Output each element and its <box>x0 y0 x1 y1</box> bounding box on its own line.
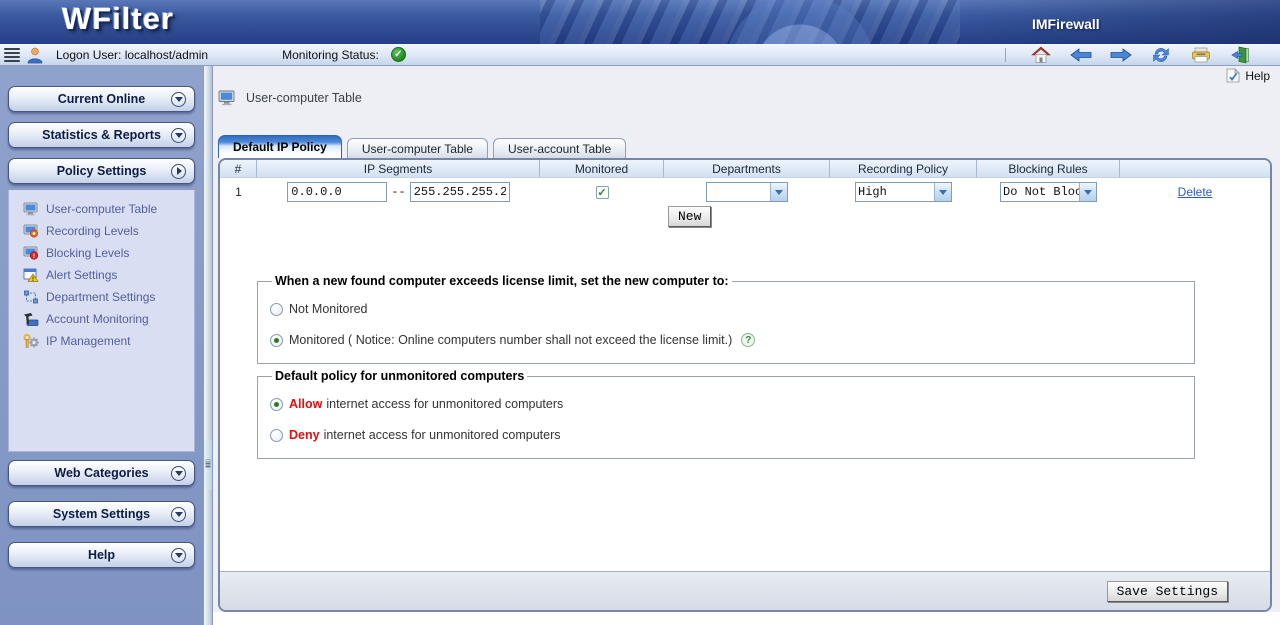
toolbar: Logon User: localhost/admin Monitoring S… <box>0 44 1280 66</box>
recording-policy-select[interactable]: High <box>855 182 952 202</box>
chevron-down-icon <box>1079 183 1096 201</box>
blocking-rule-select[interactable]: Do Not Block <box>1000 182 1097 202</box>
option-monitored[interactable]: Monitored ( Notice: Online computers num… <box>270 333 1194 347</box>
sidebar-section-help[interactable]: Help <box>8 542 195 568</box>
col-ip-segments: IP Segments <box>257 160 540 177</box>
chevron-right-icon <box>171 164 186 179</box>
top-banner: WFilter IMFirewall <box>0 0 1280 44</box>
col-actions <box>1120 160 1270 177</box>
home-icon[interactable] <box>1030 46 1052 64</box>
main-content: Help User-computer Table Default IP Poli… <box>213 66 1280 625</box>
splitter-grip[interactable] <box>204 440 212 490</box>
option-deny[interactable]: Denyinternet access for unmonitored comp… <box>270 428 1194 442</box>
option-not-monitored[interactable]: Not Monitored <box>270 302 1194 316</box>
department-network-icon <box>23 290 39 304</box>
sidebar-item-department-settings[interactable]: Department Settings <box>23 286 194 308</box>
sidebar-item-blocking-levels[interactable]: ! Blocking Levels <box>23 242 194 264</box>
sidebar-section-statistics-reports[interactable]: Statistics & Reports <box>8 122 195 148</box>
col-monitored: Monitored <box>540 160 664 177</box>
table-row: 1 -- ✓ High <box>220 178 1270 206</box>
tab-user-computer-table[interactable]: User-computer Table <box>347 138 488 158</box>
sidebar-item-account-monitoring[interactable]: Account Monitoring <box>23 308 194 330</box>
license-limit-fieldset: When a new found computer exceeds licens… <box>257 274 1195 364</box>
sidebar-item-recording-levels[interactable]: Recording Levels <box>23 220 194 242</box>
monitoring-status-ok-icon: ✓ <box>391 47 406 62</box>
alert-window-icon: ! <box>23 268 39 282</box>
option-allow[interactable]: Allowinternet access for unmonitored com… <box>270 397 1194 411</box>
delete-link[interactable]: Delete <box>1178 185 1213 199</box>
panel-footer: Save Settings <box>220 571 1270 610</box>
col-recording-policy: Recording Policy <box>830 160 977 177</box>
refresh-icon[interactable] <box>1150 46 1172 64</box>
chevron-down-icon <box>171 128 186 143</box>
col-blocking-rules: Blocking Rules <box>977 160 1120 177</box>
save-settings-button[interactable]: Save Settings <box>1107 581 1228 602</box>
forward-icon[interactable] <box>1110 46 1132 64</box>
help-question-icon[interactable]: ? <box>741 333 755 347</box>
sidebar-item-alert-settings[interactable]: ! Alert Settings <box>23 264 194 286</box>
policy-settings-menu: User-computer Table Recording Levels ! <box>8 190 195 452</box>
tab-bar: Default IP Policy User-computer Table Us… <box>218 135 626 158</box>
user-icon <box>26 46 44 64</box>
chevron-down-icon <box>934 183 951 201</box>
sidebar-section-current-online[interactable]: Current Online <box>8 86 195 112</box>
help-doc-icon <box>1226 68 1240 83</box>
new-button[interactable]: New <box>668 206 711 227</box>
ip-range-dash: -- <box>391 185 405 199</box>
svg-text:!: ! <box>33 253 35 260</box>
chevron-down-icon <box>171 92 186 107</box>
chevron-down-icon <box>171 548 186 563</box>
app-logo: WFilter <box>62 1 174 37</box>
default-policy-fieldset: Default policy for unmonitored computers… <box>257 369 1195 459</box>
sidebar: Current Online Statistics & Reports Poli… <box>0 66 203 625</box>
radio-deny[interactable] <box>270 429 283 442</box>
wrench-gear-icon <box>23 334 39 348</box>
product-name: IMFirewall <box>1032 16 1100 32</box>
ip-end-input[interactable] <box>410 182 510 202</box>
account-tool-icon <box>23 312 39 326</box>
sidebar-splitter[interactable] <box>203 66 213 625</box>
monitor-icon <box>23 202 39 216</box>
monitor-record-icon <box>23 224 39 238</box>
toolbar-separator <box>1005 48 1006 62</box>
row-index: 1 <box>220 185 257 199</box>
back-icon[interactable] <box>1070 46 1092 64</box>
department-select[interactable] <box>706 182 788 202</box>
monitor-alert-icon: ! <box>23 246 39 260</box>
print-icon[interactable] <box>1190 46 1212 64</box>
col-departments: Departments <box>664 160 830 177</box>
col-index: # <box>220 160 257 177</box>
radio-not-monitored[interactable] <box>270 303 283 316</box>
tab-user-account-table[interactable]: User-account Table <box>493 138 626 158</box>
monitoring-status-label: Monitoring Status: <box>282 48 379 62</box>
sidebar-section-policy-settings[interactable]: Policy Settings <box>8 158 195 184</box>
menu-icon[interactable] <box>4 48 20 62</box>
default-policy-legend: Default policy for unmonitored computers <box>272 369 527 383</box>
monitor-icon <box>218 90 237 106</box>
svg-text:!: ! <box>32 277 34 282</box>
chevron-down-icon <box>171 507 186 522</box>
sidebar-item-user-computer-table[interactable]: User-computer Table <box>23 198 194 220</box>
license-limit-legend: When a new found computer exceeds licens… <box>272 274 732 288</box>
chevron-down-icon <box>770 183 787 201</box>
monitored-checkbox[interactable]: ✓ <box>596 186 609 199</box>
page-title-row: User-computer Table <box>218 90 362 106</box>
logout-icon[interactable] <box>1230 46 1252 64</box>
bottom-strip <box>213 612 1280 625</box>
ip-start-input[interactable] <box>287 182 387 202</box>
page-title: User-computer Table <box>246 91 362 105</box>
sidebar-item-ip-management[interactable]: IP Management <box>23 330 194 352</box>
radio-monitored[interactable] <box>270 334 283 347</box>
page-help-link[interactable]: Help <box>1226 68 1270 83</box>
sidebar-section-system-settings[interactable]: System Settings <box>8 501 195 527</box>
chevron-down-icon <box>171 466 186 481</box>
table-header: # IP Segments Monitored Departments Reco… <box>220 160 1270 178</box>
content-panel: # IP Segments Monitored Departments Reco… <box>218 158 1272 612</box>
radio-allow[interactable] <box>270 398 283 411</box>
logon-user-label: Logon User: localhost/admin <box>56 48 208 62</box>
tab-default-ip-policy[interactable]: Default IP Policy <box>218 135 342 158</box>
sidebar-section-web-categories[interactable]: Web Categories <box>8 460 195 486</box>
